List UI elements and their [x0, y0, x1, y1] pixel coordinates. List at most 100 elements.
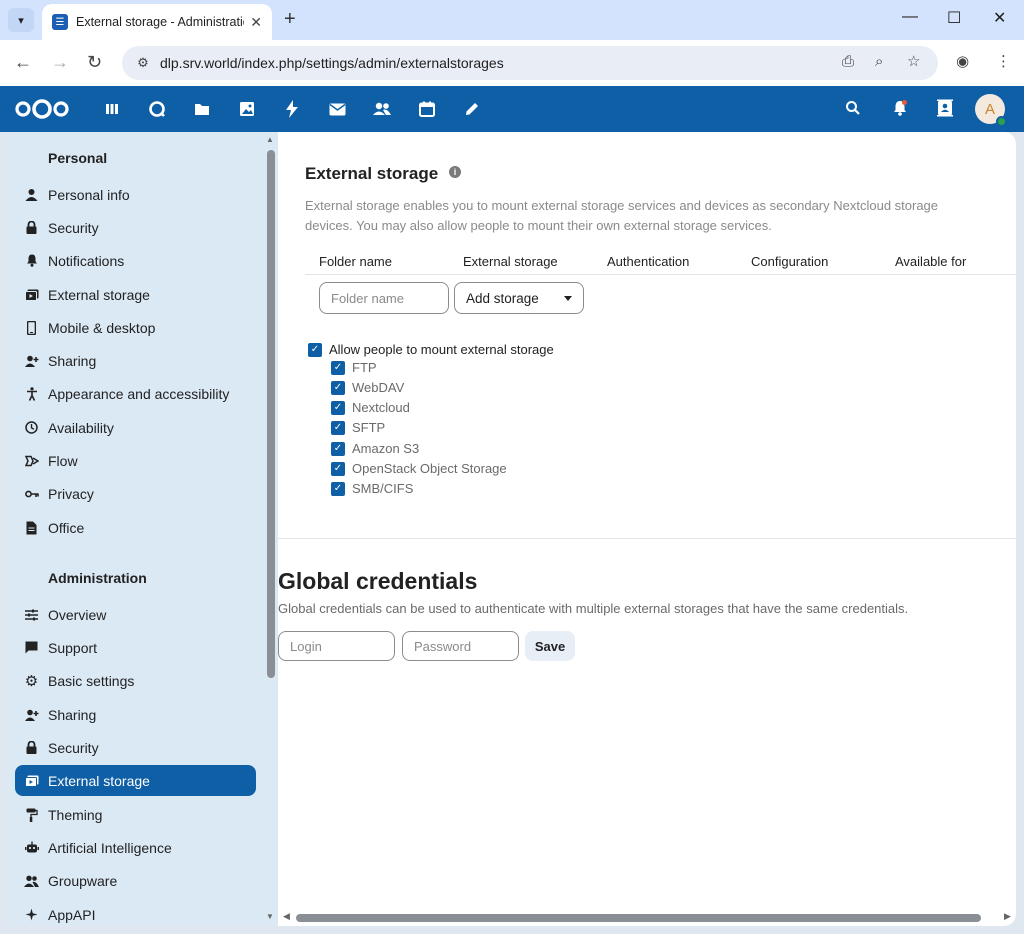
sidebar-item-appearance[interactable]: Appearance and accessibility	[15, 378, 256, 409]
global-credentials-description: Global credentials can be used to authen…	[278, 601, 909, 616]
share-icon	[15, 709, 48, 721]
storage-table-header: Folder name External storage Authenticat…	[305, 246, 1016, 275]
sidebar-item-mobile-desktop[interactable]: Mobile & desktop	[15, 312, 256, 343]
browser-tab[interactable]: ☰ External storage - Administration ✕	[42, 4, 272, 40]
install-app-icon[interactable]: ⎙	[842, 53, 854, 70]
dashboard-app-icon[interactable]	[102, 99, 122, 119]
backend-checkbox-sftp[interactable]: ✓ SFTP	[331, 420, 385, 435]
photos-app-icon[interactable]	[237, 99, 257, 119]
sidebar-item-privacy[interactable]: Privacy	[15, 478, 256, 509]
sidebar-item-sharing[interactable]: Sharing	[15, 345, 256, 376]
backend-checkbox-nextcloud[interactable]: ✓ Nextcloud	[331, 400, 410, 415]
maximize-button[interactable]: ☐	[947, 8, 961, 28]
checkbox-checked-icon: ✓	[331, 481, 345, 496]
forward-button[interactable]: →	[51, 52, 69, 73]
sidebar-item-office[interactable]: Office	[15, 512, 256, 543]
notifications-bell-icon[interactable]	[891, 99, 909, 122]
contacts-menu-icon[interactable]	[936, 99, 954, 122]
administration-section-heading: Administration	[48, 570, 147, 586]
new-tab-button[interactable]: +	[284, 8, 296, 31]
save-button[interactable]: Save	[525, 631, 575, 661]
settings-sidebar: Personal Personal info Security Notifica…	[8, 132, 278, 926]
sidebar-item-admin-sharing[interactable]: Sharing	[15, 699, 256, 730]
backend-checkbox-amazon-s3[interactable]: ✓ Amazon S3	[331, 441, 419, 456]
scroll-up-arrow-icon[interactable]: ▲	[266, 135, 274, 144]
folder-name-input[interactable]: Folder name	[319, 282, 449, 314]
scroll-down-arrow-icon[interactable]: ▼	[266, 912, 274, 921]
checkbox-checked-icon: ✓	[331, 380, 345, 395]
add-storage-select[interactable]: Add storage	[454, 282, 584, 314]
info-icon[interactable]: i	[449, 166, 461, 178]
horizontal-scrollbar-thumb[interactable]	[296, 914, 981, 922]
sidebar-item-artificial-intelligence[interactable]: Artificial Intelligence	[15, 832, 256, 863]
tab-title: External storage - Administration	[76, 15, 245, 29]
sidebar-item-groupware[interactable]: Groupware	[15, 865, 256, 896]
close-window-button[interactable]: ✕	[993, 8, 1006, 28]
sidebar-item-theming[interactable]: Theming	[15, 799, 256, 830]
document-icon	[15, 521, 48, 535]
contacts-app-icon[interactable]	[372, 99, 392, 119]
group-icon	[15, 875, 48, 887]
sidebar-item-admin-security[interactable]: Security	[15, 732, 256, 763]
reload-button[interactable]: ↻	[87, 52, 102, 73]
checkbox-checked-icon: ✓	[331, 400, 345, 415]
external-storage-icon	[15, 775, 48, 787]
url-text: dlp.srv.world/index.php/settings/admin/e…	[160, 55, 504, 71]
checkbox-checked-icon: ✓	[331, 441, 345, 456]
menu-kebab-icon[interactable]: ⋮	[996, 52, 1011, 70]
sidebar-item-admin-external-storage[interactable]: External storage	[15, 765, 256, 796]
robot-icon	[15, 841, 48, 854]
address-bar[interactable]: ⚙ dlp.srv.world/index.php/settings/admin…	[122, 46, 938, 80]
checkbox-checked-icon: ✓	[331, 461, 345, 476]
sidebar-scrollbar-thumb[interactable]	[267, 150, 275, 678]
password-input[interactable]: Password	[402, 631, 519, 661]
site-info-icon[interactable]: ⚙	[128, 55, 158, 71]
column-folder-name: Folder name	[319, 254, 392, 269]
sidebar-item-notifications[interactable]: Notifications	[15, 245, 256, 276]
login-input[interactable]: Login	[278, 631, 395, 661]
backend-checkbox-webdav[interactable]: ✓ WebDAV	[331, 380, 404, 395]
column-external-storage: External storage	[463, 254, 558, 269]
sidebar-item-security[interactable]: Security	[15, 212, 256, 243]
backend-checkbox-smb-cifs[interactable]: ✓ SMB/CIFS	[331, 481, 413, 496]
sidebar-item-appapi[interactable]: AppAPI	[15, 899, 256, 926]
search-icon[interactable]	[845, 100, 861, 121]
close-tab-icon[interactable]: ✕	[250, 14, 262, 31]
calendar-app-icon[interactable]	[417, 99, 437, 119]
backend-checkbox-openstack[interactable]: ✓ OpenStack Object Storage	[331, 461, 507, 476]
notes-app-icon[interactable]	[462, 99, 482, 119]
phone-icon	[15, 320, 48, 335]
clock-icon	[15, 421, 48, 434]
files-app-icon[interactable]	[192, 99, 212, 119]
scroll-left-arrow-icon[interactable]: ◀	[283, 911, 290, 922]
sidebar-item-support[interactable]: Support	[15, 632, 256, 663]
sidebar-item-overview[interactable]: Overview	[15, 599, 256, 630]
sidebar-item-personal-info[interactable]: Personal info	[15, 179, 256, 210]
mail-app-icon[interactable]	[327, 99, 347, 119]
column-configuration: Configuration	[751, 254, 829, 269]
activity-app-icon[interactable]	[282, 99, 302, 119]
paint-roller-icon	[15, 808, 48, 822]
zoom-icon[interactable]: ⌕	[875, 53, 883, 70]
sidebar-item-basic-settings[interactable]: ⚙ Basic settings	[15, 665, 256, 696]
nextcloud-header: A	[0, 86, 1024, 132]
column-available-for: Available for	[895, 254, 967, 269]
profile-icon[interactable]: ◉	[956, 52, 969, 70]
sidebar-item-external-storage[interactable]: External storage	[15, 279, 256, 310]
accessibility-icon	[15, 386, 48, 401]
back-button[interactable]: ←	[14, 52, 32, 73]
scroll-right-arrow-icon[interactable]: ▶	[1004, 911, 1011, 922]
sidebar-item-availability[interactable]: Availability	[15, 412, 256, 443]
minimize-button[interactable]: —	[902, 8, 918, 26]
bookmark-star-icon[interactable]: ☆	[907, 52, 920, 70]
column-authentication: Authentication	[607, 254, 690, 269]
nextcloud-logo-icon[interactable]	[14, 98, 70, 120]
lock-icon	[15, 741, 48, 754]
talk-app-icon[interactable]	[147, 99, 167, 119]
sidebar-item-flow[interactable]: Flow	[15, 445, 256, 476]
checkbox-checked-icon: ✓	[331, 420, 345, 435]
allow-mount-checkbox[interactable]: ✓ Allow people to mount external storage	[308, 342, 554, 357]
tab-search-dropdown-button[interactable]: ▾	[8, 8, 34, 32]
add-storage-label: Add storage	[466, 290, 539, 306]
backend-checkbox-ftp[interactable]: ✓ FTP	[331, 360, 377, 375]
